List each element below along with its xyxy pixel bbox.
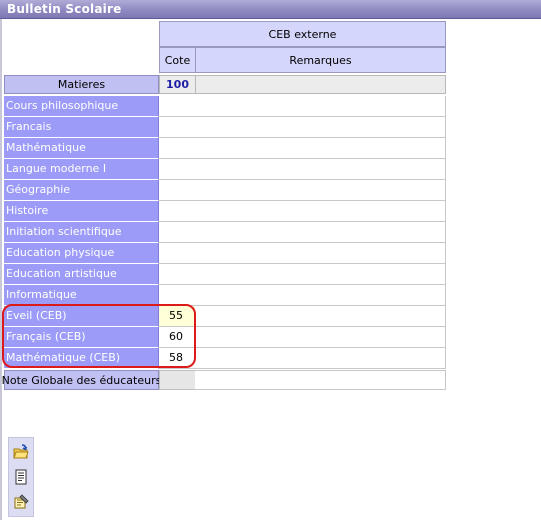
subject-label: Eveil (CEB) [4, 306, 159, 327]
remarques-cell[interactable] [195, 138, 446, 159]
note-globale-label: Note Globale des éducateurs [1, 370, 162, 390]
note-globale-cote-cell[interactable] [159, 370, 196, 390]
note-globale-text: Note Globale des éducateurs [1, 373, 162, 387]
column-group-label: CEB externe [268, 27, 337, 41]
column-header-cote[interactable]: Cote [159, 47, 196, 73]
remarques-cell[interactable] [195, 243, 446, 264]
cote-cell[interactable]: 55 [159, 306, 196, 327]
column-group-header: CEB externe [159, 21, 446, 47]
subject-label: Education artistique [4, 264, 159, 285]
side-toolbar [8, 437, 34, 517]
report-icon[interactable] [13, 469, 29, 485]
cote-cell[interactable] [159, 159, 196, 180]
subject-label: Français (CEB) [4, 327, 159, 348]
subject-label: Mathématique (CEB) [4, 348, 159, 369]
cote-cell[interactable] [159, 243, 196, 264]
cote-cell[interactable] [159, 180, 196, 201]
cote-cell[interactable] [159, 201, 196, 222]
subject-label: Cours philosophique [4, 96, 159, 117]
column-header-cote-label: Cote [164, 53, 191, 67]
matieres-header: Matieres [4, 75, 159, 94]
subject-label: Langue moderne I [4, 159, 159, 180]
remarques-cell[interactable] [195, 348, 446, 369]
window-title: Bulletin Scolaire [7, 2, 122, 16]
matieres-header-label: Matieres [57, 78, 106, 91]
note-globale-remarques-cell[interactable] [195, 370, 446, 390]
remarques-cell[interactable] [195, 180, 446, 201]
remarques-cell[interactable] [195, 222, 446, 243]
remarques-cell[interactable] [195, 117, 446, 138]
subject-label: Géographie [4, 180, 159, 201]
cote-cell[interactable] [159, 96, 196, 117]
column-header-remarques-label: Remarques [289, 53, 352, 67]
open-folder-icon[interactable] [13, 444, 29, 460]
cote-cell[interactable]: 60 [159, 327, 196, 348]
max-points-remarques-cell [195, 75, 446, 94]
subject-label: Francais [4, 117, 159, 138]
subject-label: Histoire [4, 201, 159, 222]
remarques-cell[interactable] [195, 306, 446, 327]
work-area: CEB externe Cote Remarques Matieres 100 … [0, 19, 541, 520]
column-header-remarques[interactable]: Remarques [195, 47, 446, 73]
remarques-cell[interactable] [195, 159, 446, 180]
subject-label: Mathématique [4, 138, 159, 159]
remarques-cell[interactable] [195, 264, 446, 285]
remarques-cell[interactable] [195, 285, 446, 306]
cote-cell[interactable] [159, 264, 196, 285]
remarques-cell[interactable] [195, 96, 446, 117]
cote-cell[interactable] [159, 138, 196, 159]
cote-cell[interactable] [159, 285, 196, 306]
cote-cell[interactable]: 58 [159, 348, 196, 369]
subject-label: Initiation scientifique [4, 222, 159, 243]
max-points-cell: 100 [159, 75, 196, 94]
cote-cell[interactable] [159, 222, 196, 243]
settings-icon[interactable] [13, 494, 29, 510]
subject-label: Informatique [4, 285, 159, 306]
title-bar: Bulletin Scolaire [0, 0, 541, 19]
subject-label: Education physique [4, 243, 159, 264]
remarques-cell[interactable] [195, 327, 446, 348]
max-points-value: 100 [166, 78, 189, 91]
remarques-cell[interactable] [195, 201, 446, 222]
cote-cell[interactable] [159, 117, 196, 138]
